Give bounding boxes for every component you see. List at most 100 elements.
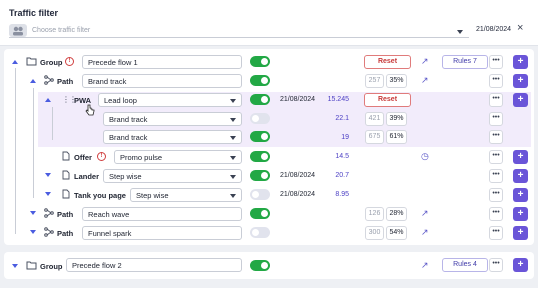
add-button[interactable]: + — [513, 169, 528, 183]
collapse-arrow-icon[interactable] — [12, 60, 18, 64]
warning-icon: ! — [65, 57, 74, 66]
more-icon[interactable]: ••• — [489, 112, 503, 126]
row-toggle[interactable] — [250, 75, 270, 86]
add-button[interactable]: + — [513, 258, 528, 272]
add-button[interactable]: + — [513, 188, 528, 202]
reset-button[interactable]: Reset — [364, 93, 411, 107]
page-title: Traffic filter — [9, 8, 59, 18]
more-icon[interactable]: ••• — [489, 207, 503, 221]
row-toggle[interactable] — [250, 151, 270, 162]
percent-box[interactable]: 28% — [386, 207, 407, 221]
add-button[interactable]: + — [513, 55, 528, 69]
row-toggle[interactable] — [250, 113, 270, 124]
percent-box[interactable]: 61% — [386, 130, 407, 144]
chevron-down-icon[interactable] — [457, 30, 463, 34]
row-label: Path — [57, 210, 74, 219]
traffic-filter-placeholder: Choose traffic filter — [32, 27, 91, 34]
more-icon[interactable]: ••• — [489, 226, 503, 240]
path-name-input[interactable]: Brand track — [82, 74, 242, 88]
rules-button[interactable]: Rules 4 — [442, 258, 488, 272]
path-name-input[interactable]: Reach wave — [82, 207, 242, 221]
lander-select[interactable]: Step wise — [103, 169, 242, 183]
row-label: Offer — [74, 153, 92, 162]
trend-icon[interactable]: ↗ — [421, 227, 429, 238]
count-box: 675 — [365, 130, 384, 144]
more-icon[interactable]: ••• — [489, 55, 503, 69]
row-label: Path — [57, 77, 74, 86]
tree-line — [33, 88, 34, 198]
group-name-input[interactable]: Precede flow 1 — [82, 55, 242, 69]
path-name-input[interactable]: Funnel spark — [82, 226, 242, 240]
collapse-arrow-icon[interactable] — [45, 98, 51, 102]
expand-arrow-icon[interactable] — [30, 211, 36, 215]
percent-box[interactable]: 39% — [386, 112, 407, 126]
row-toggle[interactable] — [250, 170, 270, 181]
path-icon — [44, 75, 54, 87]
row-label: Tank you page — [74, 191, 126, 200]
trend-icon[interactable]: ↗ — [421, 75, 429, 86]
folder-icon — [26, 260, 37, 272]
expand-arrow-icon[interactable] — [12, 264, 18, 268]
more-icon[interactable]: ••• — [489, 150, 503, 164]
row-toggle[interactable] — [250, 56, 270, 67]
more-icon[interactable]: ••• — [489, 169, 503, 183]
row-toggle[interactable] — [250, 208, 270, 219]
collapse-arrow-icon[interactable] — [30, 79, 36, 83]
percent-box[interactable]: 35% — [386, 74, 407, 88]
add-button[interactable]: + — [513, 93, 528, 107]
close-icon[interactable]: × — [517, 22, 523, 34]
offer-select[interactable]: Promo pulse — [114, 150, 242, 164]
filter-avatar-icon — [9, 24, 27, 37]
count-box: 300 — [365, 226, 384, 240]
count-box: 257 — [365, 74, 384, 88]
more-icon[interactable]: ••• — [489, 258, 503, 272]
count-box: 421 — [365, 112, 384, 126]
row-date: 21/08/2024 — [280, 172, 316, 179]
row-toggle[interactable] — [250, 260, 270, 271]
thank-you-select[interactable]: Step wise — [130, 188, 242, 202]
rules-button[interactable]: Rules 7 — [442, 55, 488, 69]
expand-arrow-icon[interactable] — [45, 173, 51, 177]
row-value: 19 — [341, 134, 349, 141]
row-label: Group — [40, 58, 63, 67]
speed-icon[interactable]: ◷ — [421, 151, 429, 162]
path-icon — [44, 227, 54, 239]
row-value: 8.95 — [335, 191, 349, 198]
add-button[interactable]: + — [513, 207, 528, 221]
row-toggle[interactable] — [250, 131, 270, 142]
expand-arrow-icon[interactable] — [45, 192, 51, 196]
group-name-input[interactable]: Precede flow 2 — [66, 258, 242, 272]
trend-icon[interactable]: ↗ — [421, 260, 429, 271]
pwa-select[interactable]: Lead loop — [98, 93, 242, 107]
add-button[interactable]: + — [513, 74, 528, 88]
folder-icon — [26, 56, 37, 68]
add-button[interactable]: + — [513, 150, 528, 164]
row-date: 21/08/2024 — [280, 191, 316, 198]
cursor-hand-icon — [85, 104, 95, 118]
more-icon[interactable]: ••• — [489, 74, 503, 88]
more-icon[interactable]: ••• — [489, 130, 503, 144]
filter-date: 21/08/2024 — [476, 26, 512, 33]
row-label: Group — [40, 262, 63, 271]
add-button[interactable]: + — [513, 226, 528, 240]
row-date: 21/08/2024 — [280, 96, 316, 103]
more-icon[interactable]: ••• — [489, 188, 503, 202]
row-toggle[interactable] — [250, 189, 270, 200]
expand-arrow-icon[interactable] — [30, 230, 36, 234]
more-icon[interactable]: ••• — [489, 93, 503, 107]
warning-icon: ! — [97, 152, 106, 161]
percent-box[interactable]: 54% — [386, 226, 407, 240]
row-value: 14.5 — [335, 153, 349, 160]
page-icon — [62, 189, 70, 201]
sub-select[interactable]: Brand track — [103, 112, 242, 126]
row-value: 22.1 — [335, 115, 349, 122]
trend-icon[interactable]: ↗ — [421, 208, 429, 219]
count-box: 126 — [365, 207, 384, 221]
row-toggle[interactable] — [250, 94, 270, 105]
sub-select[interactable]: Brand track — [103, 130, 242, 144]
reset-button[interactable]: Reset — [364, 55, 411, 69]
page-icon — [62, 151, 70, 163]
row-toggle[interactable] — [250, 227, 270, 238]
page-icon — [62, 170, 70, 182]
trend-icon[interactable]: ↗ — [421, 56, 429, 67]
